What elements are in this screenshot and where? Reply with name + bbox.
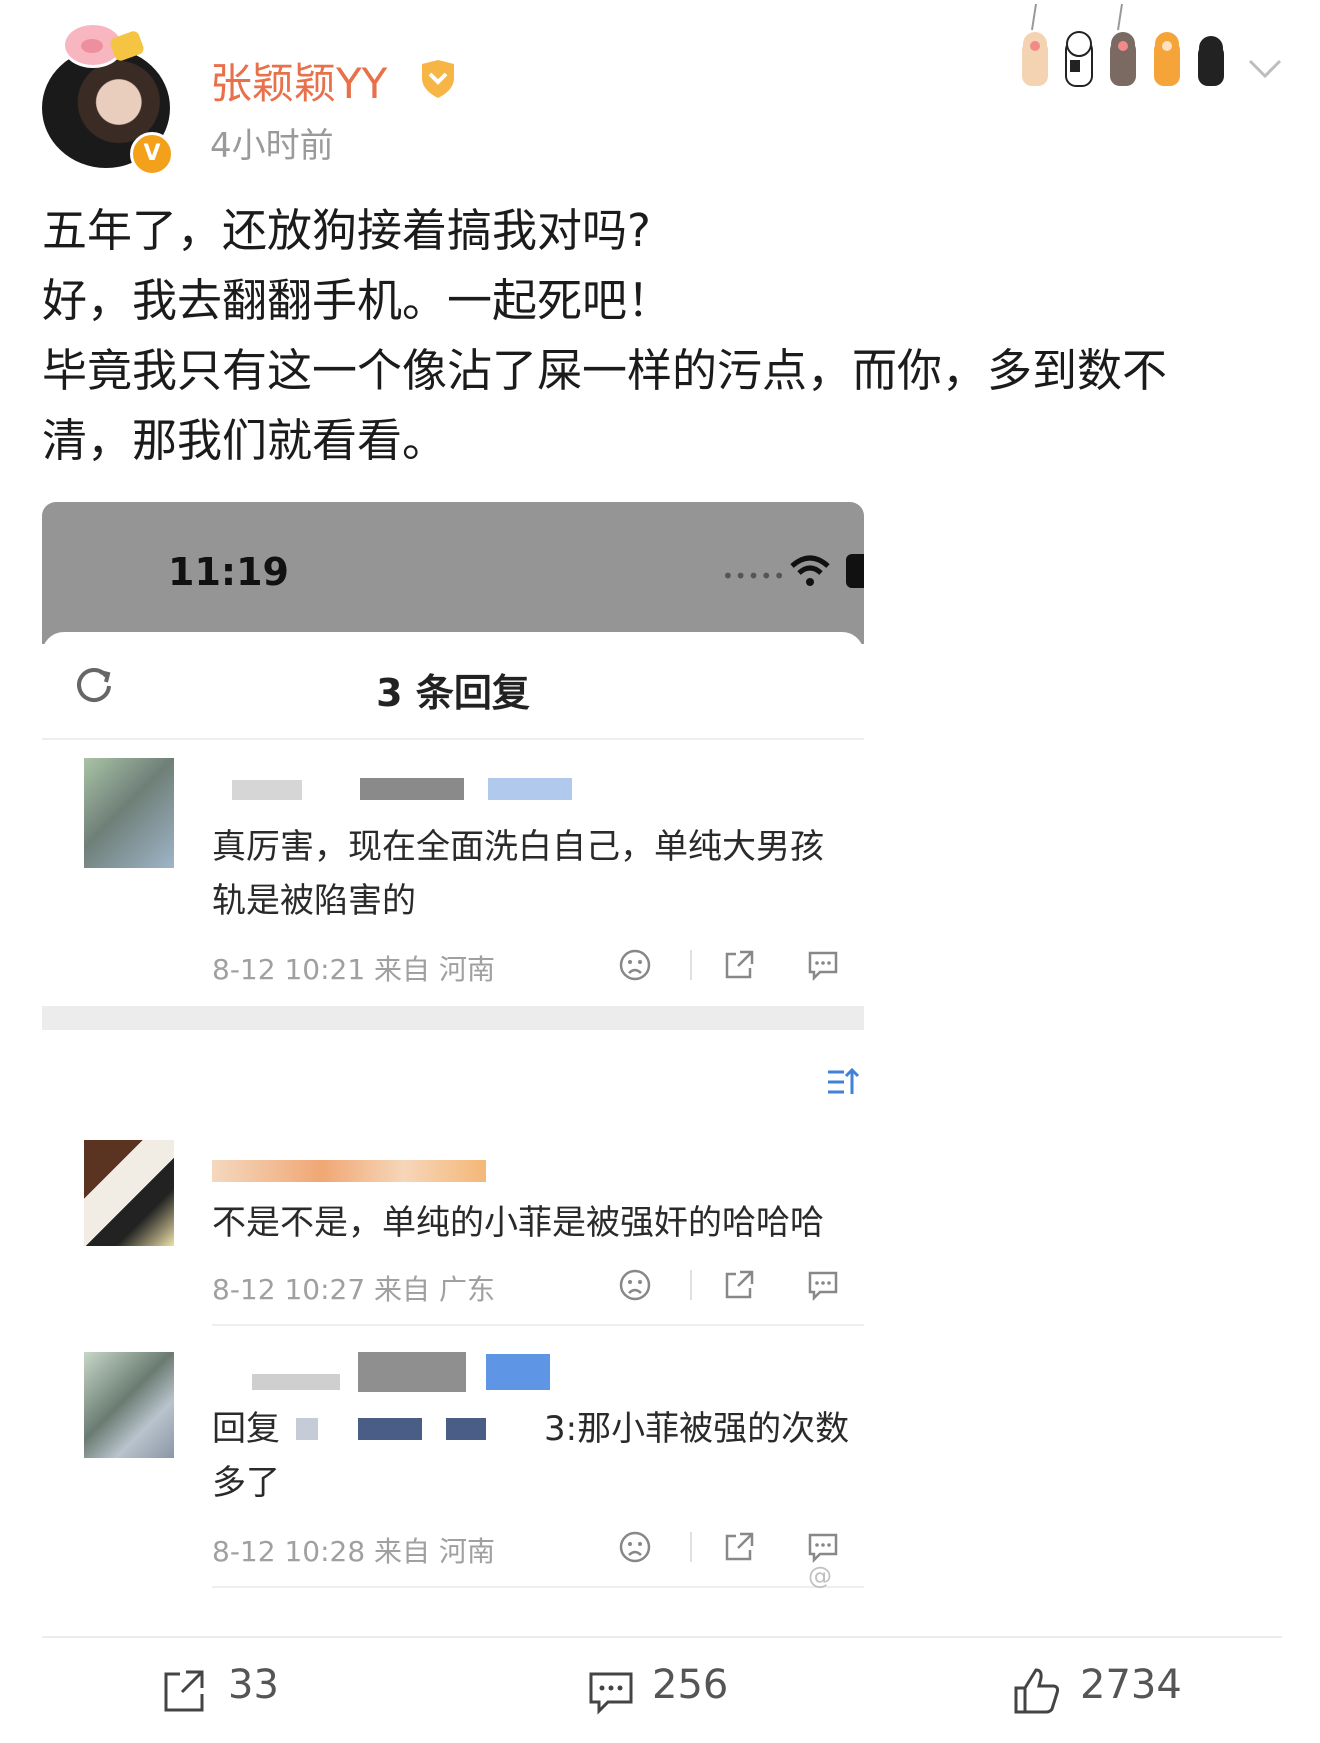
sad-face-icon[interactable] <box>618 1268 652 1302</box>
divider <box>42 738 864 740</box>
blurred-mention <box>358 1418 422 1440</box>
comment-icon[interactable] <box>588 1666 634 1716</box>
blurred-avatar[interactable] <box>84 1140 174 1246</box>
comment-count[interactable]: 256 <box>652 1662 728 1708</box>
sad-face-icon[interactable] <box>618 1530 652 1564</box>
wifi-icon <box>790 555 830 586</box>
comment-text: 不是不是，单纯的小菲是被强奸的哈哈哈 <box>212 1203 824 1243</box>
share-icon[interactable] <box>722 1268 756 1302</box>
divider <box>690 1270 692 1300</box>
blurred-avatar[interactable] <box>84 1352 174 1458</box>
comment-meta: 8-12 10:28 来自 河南 <box>212 1535 495 1568</box>
divider <box>690 950 692 980</box>
share-icon[interactable] <box>722 948 756 982</box>
comment-icon[interactable] <box>806 948 840 982</box>
blurred-mention <box>296 1418 318 1440</box>
post-time: 4小时前 <box>210 126 334 166</box>
blurred-avatar[interactable] <box>84 758 174 868</box>
comment-reply-label: 回复 <box>212 1409 280 1449</box>
blurred-badge <box>488 778 572 800</box>
divider <box>212 1586 864 1588</box>
fan-badge-icon <box>422 60 454 98</box>
status-bar: 11:19 ••••• <box>42 502 864 644</box>
repost-icon[interactable] <box>162 1666 206 1716</box>
status-clock: 11:19 <box>168 550 289 594</box>
comment-meta: 8-12 10:27 来自 广东 <box>212 1273 495 1306</box>
watermark: @ <box>808 1562 832 1590</box>
sad-face-icon[interactable] <box>618 948 652 982</box>
comment-text: 3:那小菲被强的次数 <box>544 1409 850 1449</box>
blurred-mention <box>446 1418 486 1440</box>
repost-count[interactable]: 33 <box>228 1662 279 1708</box>
verified-icon: V <box>130 132 174 176</box>
comment-icon[interactable] <box>806 1268 840 1302</box>
blurred-username <box>360 778 464 800</box>
footer-divider <box>42 1636 1282 1638</box>
divider <box>212 1324 864 1326</box>
sheet-title: 3 条回复 <box>376 671 530 715</box>
like-count[interactable]: 2734 <box>1080 1662 1182 1708</box>
comment-icon[interactable] <box>806 1530 840 1564</box>
comment-text: 真厉害，现在全面洗白自己，单纯大男孩 <box>212 827 824 867</box>
post-text-line: 毕竟我只有这一个像沾了屎一样的污点，而你，多到数不 <box>42 344 1168 397</box>
blurred-username <box>232 780 302 800</box>
post-text-line: 清，那我们就看看。 <box>42 414 448 467</box>
comment-meta: 8-12 10:21 来自 河南 <box>212 953 495 986</box>
username[interactable]: 张颖颖YY <box>210 50 387 111</box>
blurred-username <box>212 1160 486 1182</box>
blurred-badge <box>486 1354 550 1390</box>
share-icon[interactable] <box>722 1530 756 1564</box>
cat-paws-decoration-icon <box>1022 3 1224 87</box>
post-text-line: 五年了，还放狗接着搞我对吗? <box>42 204 651 257</box>
section-gap <box>42 1006 864 1030</box>
divider <box>690 1532 692 1562</box>
comment-text: 轨是被陷害的 <box>212 881 416 921</box>
chevron-down-icon[interactable] <box>1248 58 1282 80</box>
post-text-line: 好，我去翻翻手机。一起死吧！ <box>42 274 673 327</box>
post-text: 五年了，还放狗接着搞我对吗? 好，我去翻翻手机。一起死吧！ 毕竟我只有这一个像沾… <box>42 196 1282 476</box>
blurred-username <box>252 1374 340 1390</box>
blurred-username <box>358 1352 466 1392</box>
comment-text: 多了 <box>212 1463 280 1503</box>
signal-indicator: ••••• <box>722 564 786 588</box>
sort-icon[interactable] <box>826 1066 860 1098</box>
battery-icon <box>846 554 864 588</box>
like-icon[interactable] <box>1012 1666 1062 1716</box>
